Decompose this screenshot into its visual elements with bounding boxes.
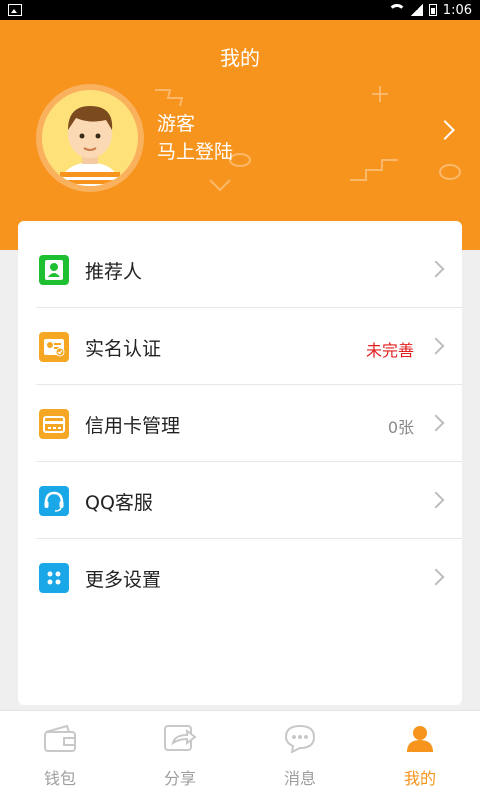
- verification-card-icon: [39, 332, 69, 362]
- avatar[interactable]: [42, 90, 138, 186]
- status-time: 1:06: [442, 2, 472, 18]
- menu-item-qq-customer-service[interactable]: QQ客服: [36, 462, 462, 539]
- wallet-icon: [43, 723, 77, 753]
- message-icon: [283, 723, 317, 754]
- cartoon-face-icon: [60, 106, 120, 186]
- menu-item-referrer[interactable]: 推荐人: [36, 231, 462, 308]
- login-link[interactable]: 马上登陆: [157, 137, 233, 164]
- signal-icon: [410, 4, 423, 16]
- status-bar: 1:06: [0, 0, 480, 20]
- menu-item-label: 实名认证: [85, 338, 162, 360]
- headset-icon: [39, 486, 69, 516]
- user-name: 游客: [157, 113, 196, 135]
- share-icon: [163, 723, 197, 753]
- menu-item-label: QQ客服: [85, 492, 153, 514]
- nav-label: 我的: [403, 769, 436, 788]
- menu-item-credit-card-management[interactable]: 信用卡管理 0张: [36, 385, 462, 462]
- menu-item-more-settings[interactable]: 更多设置: [36, 539, 462, 616]
- grid-icon: [39, 563, 69, 593]
- nav-item-mine[interactable]: 我的: [360, 711, 480, 801]
- nav-item-share[interactable]: 分享: [120, 711, 240, 801]
- status-icons: 1:06: [388, 2, 472, 18]
- menu-item-label: 信用卡管理: [85, 415, 181, 437]
- bottom-nav: 钱包 分享 消息 我的: [0, 710, 480, 801]
- card-count: 0张: [387, 418, 414, 437]
- wifi-icon: [388, 4, 405, 16]
- battery-icon: [428, 4, 437, 16]
- chevron-right-icon: [427, 337, 445, 355]
- image-notification-icon: [8, 4, 22, 16]
- menu-item-label: 推荐人: [85, 261, 143, 283]
- chevron-right-icon: [427, 491, 445, 509]
- chevron-right-icon: [427, 260, 445, 278]
- credit-card-icon: [39, 409, 69, 439]
- profile-header: 我的 游客 马上登陆: [0, 20, 480, 250]
- chevron-right-icon: [427, 414, 445, 432]
- contact-card-icon: [39, 255, 69, 285]
- menu-item-real-name-verification[interactable]: 实名认证 未完善: [36, 308, 462, 385]
- menu-card: 推荐人 实名认证 未完善 信用卡管理 0张 QQ客服 更多设置: [18, 221, 462, 705]
- status-badge: 未完善: [365, 341, 414, 360]
- nav-item-messages[interactable]: 消息: [240, 711, 360, 801]
- nav-label: 分享: [163, 769, 196, 788]
- page-title: 我的: [220, 46, 260, 70]
- menu-item-label: 更多设置: [85, 569, 162, 591]
- nav-label: 钱包: [43, 769, 76, 788]
- chevron-right-icon: [427, 568, 445, 586]
- nav-label: 消息: [283, 769, 316, 788]
- nav-item-wallet[interactable]: 钱包: [0, 711, 120, 801]
- user-icon: [403, 723, 437, 753]
